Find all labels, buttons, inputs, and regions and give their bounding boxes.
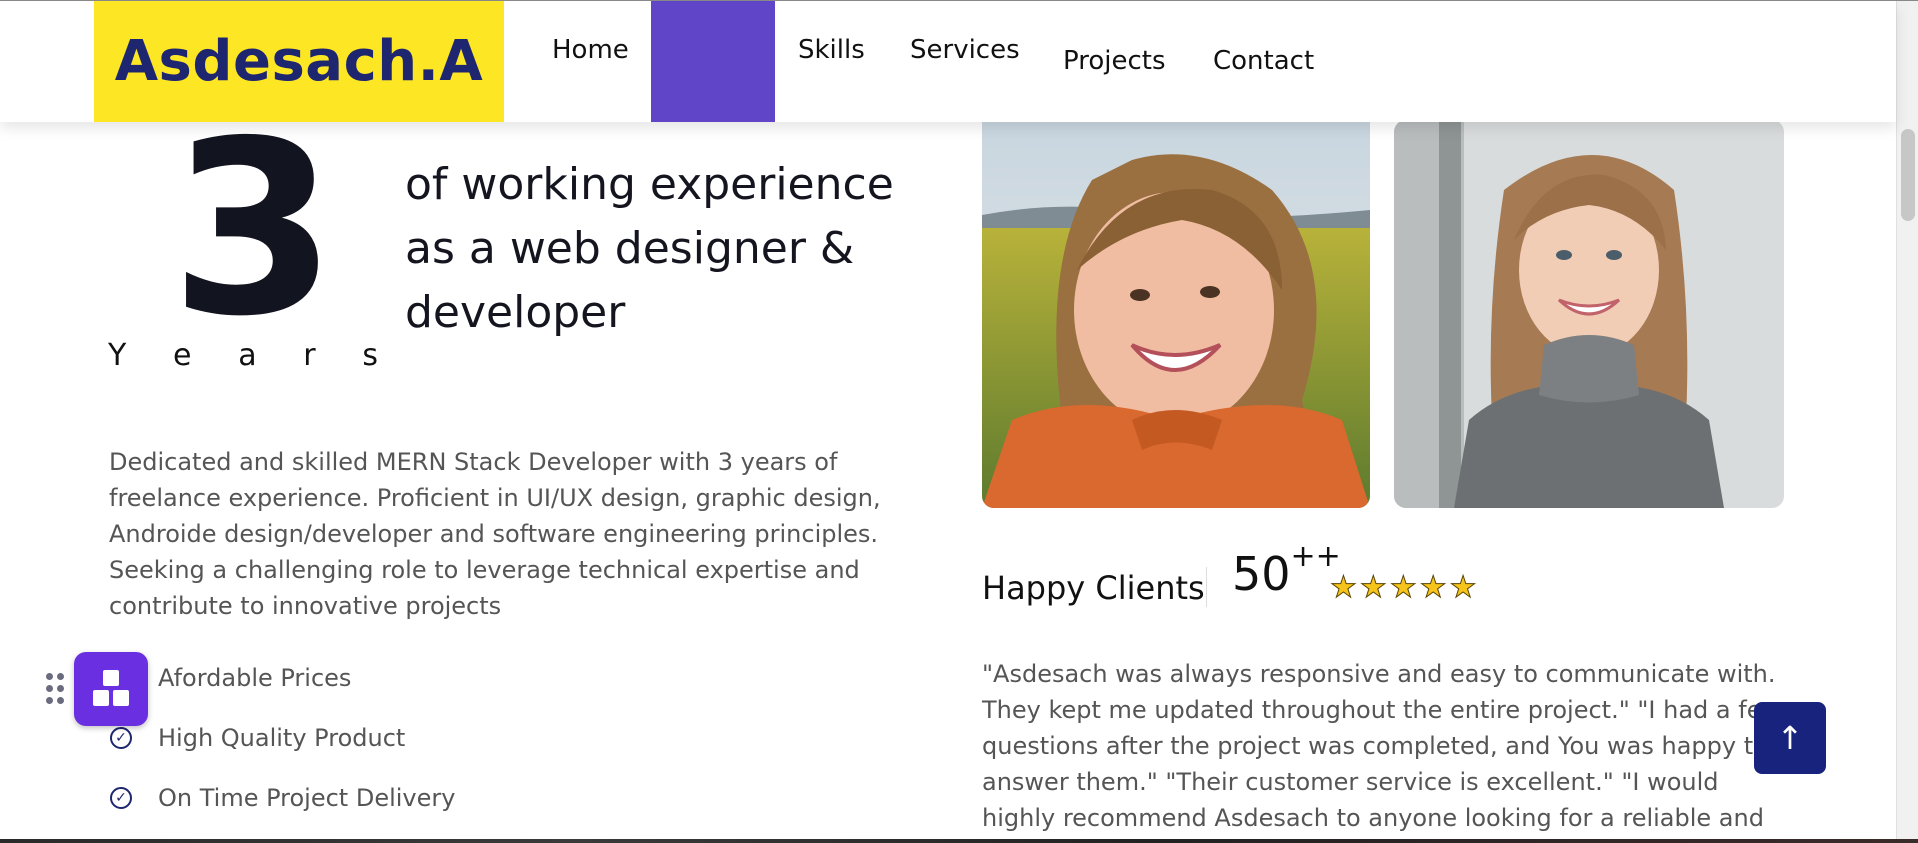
years-letter: e [173,338,192,373]
page: Asdesach.A Home Skills Services Projects… [0,0,1918,843]
star-icon: ★ [1359,570,1387,605]
feature-label: High Quality Product [158,724,406,752]
experience-headline: of working experience as a web designer … [405,159,894,338]
happy-clients-label: Happy Clients [982,569,1205,607]
feature-label: Afordable Prices [158,664,352,692]
photo-girl-gray-sweater [1394,120,1784,508]
brand-name: Asdesach.A [114,29,484,94]
nav-link-home[interactable]: Home [552,35,629,65]
star-icon: ★ [1419,570,1447,605]
photo-woman-field [982,120,1370,508]
nav-link-skills[interactable]: Skills [798,35,865,65]
testimonial-text: "Asdesach was always responsive and easy… [982,660,1781,843]
rating-stars: ★ ★ ★ ★ ★ [1330,570,1478,605]
about-description: Dedicated and skilled MERN Stack Develop… [109,448,881,620]
years-letter: r [303,338,316,373]
check-circle-icon: ✓ [110,727,132,749]
feature-item: ✓ On Time Project Delivery [110,784,455,812]
taskbar-edge [0,839,1918,843]
brand-logo-link[interactable]: Asdesach.A [94,1,504,122]
check-circle-icon: ✓ [110,787,132,809]
years-letter: s [362,338,378,373]
nav-active-highlight[interactable] [651,1,775,122]
feature-item: ✓ High Quality Product [110,724,405,752]
star-icon: ★ [1449,570,1477,605]
star-icon: ★ [1330,570,1358,605]
arrow-up-icon: ↑ [1776,719,1804,757]
star-icon: ★ [1389,570,1417,605]
drag-handle-icon[interactable] [46,673,66,707]
navbar: Asdesach.A Home Skills Services Projects… [0,1,1896,122]
scrollbar-thumb[interactable] [1901,129,1915,221]
happy-clients-count: 50++ [1232,539,1341,601]
client-photo [1394,120,1784,508]
scrollbar[interactable] [1896,1,1918,843]
scroll-to-top-button[interactable]: ↑ [1754,702,1826,774]
years-number: 3 [170,89,337,369]
count-suffix: ++ [1290,539,1341,574]
years-label: Y e a r s [108,338,378,373]
nav-link-projects[interactable]: Projects [1063,46,1166,76]
feature-label: On Time Project Delivery [158,784,456,812]
nav-link-services[interactable]: Services [910,35,1020,65]
divider [1206,567,1207,607]
years-letter: Y [108,338,127,373]
years-letter: a [238,338,257,373]
count-value: 50 [1232,547,1291,601]
nav-link-contact[interactable]: Contact [1213,46,1314,76]
floating-widget-button[interactable] [74,652,148,726]
client-photo [982,120,1370,508]
